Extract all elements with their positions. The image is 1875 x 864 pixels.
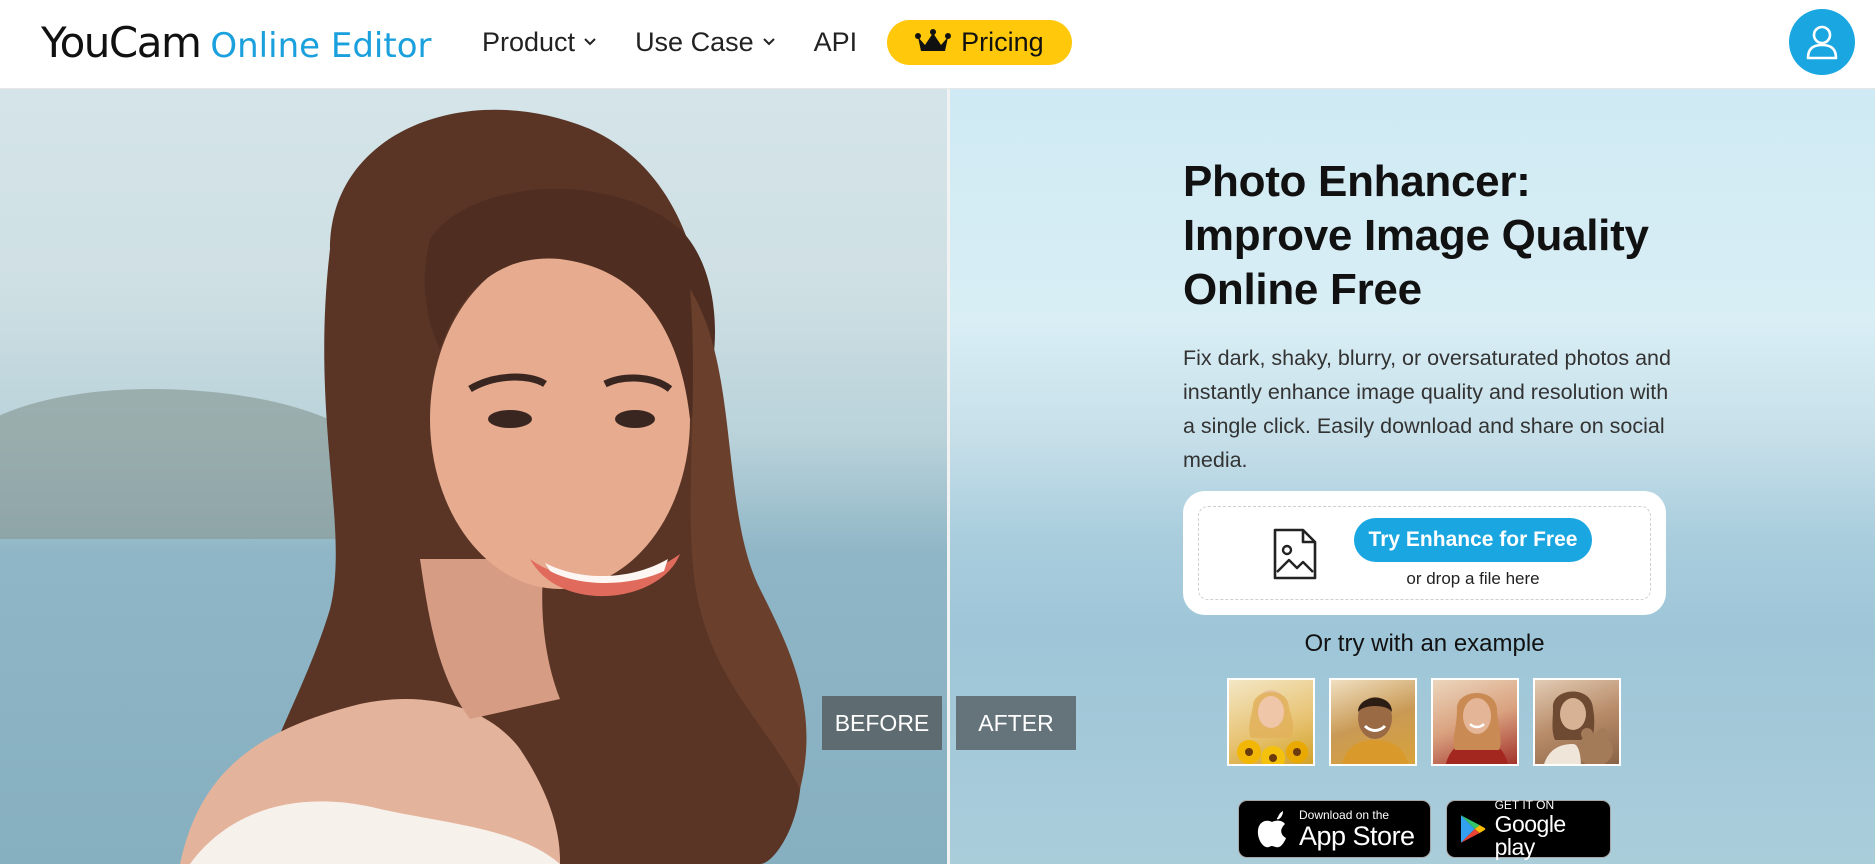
nav-api[interactable]: API [814,27,858,58]
example-photo-2 [1342,697,1408,764]
hero-description: Fix dark, shaky, blurry, or oversaturate… [1183,346,1671,472]
chevron-down-icon [762,38,775,46]
logo-sub-text: Online Editor [210,26,432,66]
nav-use-case[interactable]: Use Case [635,27,776,58]
before-label: BEFORE [822,696,942,750]
example-thumbnails [1227,678,1635,766]
chevron-down-icon [584,38,596,46]
title-line-1: Photo Enhancer: [1183,157,1531,206]
main-nav: Product Use Case API Pricing [482,19,1072,65]
image-file-icon [1273,528,1317,580]
nav-api-label: API [813,26,858,57]
nav-product[interactable]: Product [482,27,597,58]
pricing-button[interactable]: Pricing [887,19,1072,65]
page-title: Photo Enhancer: Improve Image Quality On… [1183,155,1683,317]
google-play-small-text: GET IT ON [1494,798,1555,812]
crown-icon [915,29,952,51]
app-store-big-text: App Store [1299,820,1415,851]
upload-dropzone[interactable]: Try Enhance for Free or drop a file here [1183,491,1666,615]
top-navigation-bar: YouCam Online Editor Product Use Case AP… [0,0,1875,89]
example-thumbnail-2[interactable] [1329,678,1417,766]
google-play-button[interactable]: GET IT ON Google play [1446,799,1611,859]
example-thumbnail-4[interactable] [1533,678,1621,766]
before-after-divider[interactable] [947,89,950,864]
example-thumbnail-1[interactable] [1227,678,1315,766]
before-photo [0,89,948,864]
example-photo-4 [1544,691,1613,764]
nav-use-case-label: Use Case [635,26,754,57]
examples-label: Or try with an example [1304,630,1545,657]
app-store-text: Download on the App Store [1299,809,1415,850]
app-store-button[interactable]: Download on the App Store [1238,800,1431,858]
account-button[interactable] [1789,9,1855,75]
upload-dashed-area[interactable]: Try Enhance for Free or drop a file here [1198,506,1651,600]
after-label: AFTER [956,696,1076,750]
title-line-3: Online Free [1183,265,1422,314]
title-line-2: Improve Image Quality [1183,211,1649,260]
logo-main-text: YouCam [41,18,202,67]
hero-content: Photo Enhancer: Improve Image Quality On… [1183,155,1683,477]
hero-section: BEFORE AFTER Photo Enhancer: Improve Ima… [0,89,1875,864]
drop-file-text: or drop a file here [1406,569,1540,588]
google-play-big-text: Google play [1494,811,1567,860]
example-photo-3 [1446,693,1508,764]
youcam-logo[interactable]: YouCam Online Editor [41,18,431,67]
google-play-text: GET IT ON Google play [1495,799,1610,859]
app-store-small-text: Download on the [1299,807,1390,822]
woman-portrait [180,109,807,864]
nav-product-label: Product [482,26,576,57]
pricing-label: Pricing [961,26,1044,57]
apple-icon [1257,811,1286,848]
google-play-icon [1460,815,1486,843]
user-icon [1806,25,1838,60]
example-thumbnail-3[interactable] [1431,678,1519,766]
example-photo-1 [1237,690,1308,764]
try-enhance-button[interactable]: Try Enhance for Free [1354,518,1592,562]
